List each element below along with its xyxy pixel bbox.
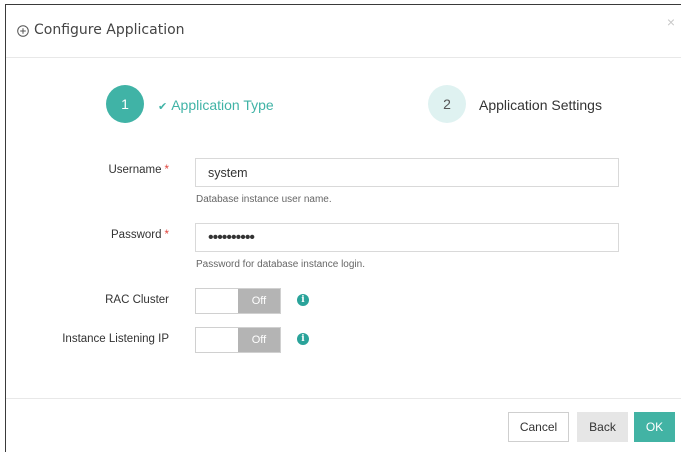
password-help: Password for database instance login. <box>196 259 365 270</box>
rac-cluster-toggle[interactable]: Off <box>195 288 281 314</box>
ok-button[interactable]: OK <box>634 412 675 442</box>
toggle-off-label: Off <box>238 328 280 352</box>
password-input[interactable] <box>196 224 618 251</box>
back-button[interactable]: Back <box>577 412 628 442</box>
dialog-header: Configure Application × <box>6 5 681 58</box>
step-2-label: Application Settings <box>479 97 602 113</box>
username-input[interactable] <box>196 159 618 186</box>
required-mark: * <box>164 229 169 241</box>
password-field-box <box>195 223 619 252</box>
step-1-label-wrap: ✔ Application Type <box>158 97 274 113</box>
username-label-text: Username <box>108 164 162 176</box>
info-icon[interactable]: i <box>297 294 309 306</box>
password-label-text: Password <box>111 229 162 241</box>
step-1-number: 1 <box>106 85 144 123</box>
dialog-title: Configure Application <box>34 22 185 38</box>
toggle-knob <box>196 289 238 313</box>
username-help: Database instance user name. <box>196 194 332 205</box>
toggle-off-label: Off <box>238 289 280 313</box>
username-field-box <box>195 158 619 187</box>
close-icon[interactable]: × <box>667 15 675 29</box>
check-icon: ✔ <box>158 101 168 113</box>
plus-circle-icon <box>17 25 29 37</box>
required-mark: * <box>164 164 169 176</box>
instance-listening-ip-label: Instance Listening IP <box>62 333 169 345</box>
step-1-label: Application Type <box>171 97 274 113</box>
username-label: Username * <box>108 164 169 176</box>
step-2-number: 2 <box>428 85 466 123</box>
dialog-footer: Cancel Back OK <box>6 398 681 454</box>
cancel-button[interactable]: Cancel <box>508 412 569 442</box>
info-icon[interactable]: i <box>297 333 309 345</box>
rac-cluster-label: RAC Cluster <box>105 294 169 306</box>
toggle-knob <box>196 328 238 352</box>
configure-application-dialog: Configure Application × 1 ✔ Application T… <box>5 4 681 452</box>
password-label: Password * <box>111 229 169 241</box>
instance-listening-ip-toggle[interactable]: Off <box>195 327 281 353</box>
